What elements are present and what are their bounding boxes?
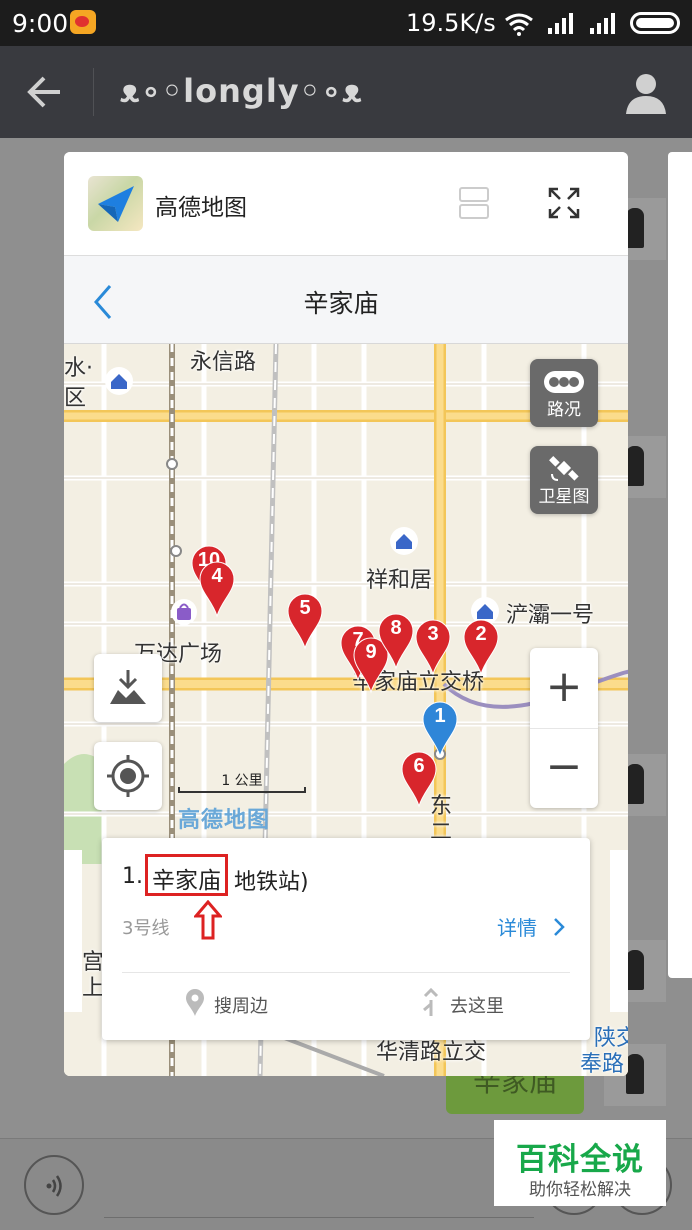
home-poi-icon	[390, 527, 418, 555]
profile-icon[interactable]	[624, 70, 668, 114]
map-pin-8[interactable]: 8	[377, 612, 415, 670]
download-map-icon	[110, 670, 146, 704]
map-card: 高德地图 辛家庙 永信路 水· 区 祥和居 浐灞一号 万达广场 辛家庙立交桥 东…	[64, 152, 628, 1076]
battery-icon	[630, 12, 680, 34]
map-label: 浐灞一号	[506, 603, 595, 628]
message-input[interactable]	[104, 1217, 534, 1218]
pin-number: 6	[413, 755, 425, 777]
amap-app-icon	[88, 176, 143, 231]
split-layout-icon[interactable]	[458, 186, 490, 220]
scale-bar: 1 公里	[178, 770, 306, 793]
pin-number: 8	[390, 617, 402, 639]
traffic-button[interactable]: 路况	[530, 359, 598, 427]
map-label: 祥和居	[366, 568, 433, 593]
detail-link[interactable]: 详情	[497, 912, 537, 941]
status-bar: 9:00 19.5K/s	[0, 0, 692, 46]
status-time: 9:00	[12, 9, 69, 38]
map-label: 区	[64, 386, 87, 411]
map-pin-3[interactable]: 3	[414, 618, 452, 676]
route-icon	[423, 988, 439, 1016]
map-nav-bar: 辛家庙	[64, 256, 628, 344]
satellite-button[interactable]: 卫星图	[530, 446, 598, 514]
shopping-poi-icon	[171, 599, 197, 625]
map-pin-6[interactable]: 6	[400, 750, 438, 808]
wifi-icon	[505, 13, 533, 36]
signal-icon	[590, 13, 615, 34]
app-name: 高德地图	[155, 195, 247, 221]
locate-button[interactable]	[94, 742, 162, 810]
map-pin-2[interactable]: 2	[462, 618, 500, 676]
fullscreen-icon[interactable]	[548, 187, 580, 219]
arrow-up-icon	[194, 900, 222, 940]
voice-icon	[46, 1175, 62, 1197]
poi-name-suffix: 地铁站)	[234, 870, 309, 895]
weibo-icon	[70, 10, 96, 34]
traffic-icon	[544, 371, 584, 393]
zoom-controls: + −	[530, 648, 598, 808]
zoom-out-button[interactable]: −	[530, 728, 598, 808]
amap-logo: 高德地图	[178, 808, 271, 833]
network-speed: 19.5K/s	[406, 9, 496, 37]
search-nearby-label: 搜周边	[214, 996, 268, 1017]
poi-info-card[interactable]: 1. 辛家庙 地铁站) 3号线 详情 搜周边 去这里	[102, 838, 590, 1040]
back-arrow-icon[interactable]	[24, 74, 64, 110]
info-divider	[122, 972, 570, 973]
nav-title: 辛家庙	[303, 289, 379, 318]
pin-number: 2	[475, 623, 487, 645]
map-pin-5[interactable]: 5	[286, 592, 324, 650]
adjacent-card[interactable]	[64, 850, 82, 1012]
traffic-label: 路况	[547, 400, 581, 420]
subway-line: 3号线	[122, 918, 170, 939]
chat-title: ᴥ∘◦longly◦∘ᴥ	[120, 72, 363, 110]
map-label: 奉路	[580, 1052, 625, 1076]
map-label: 永信路	[190, 350, 257, 375]
poi-number: 1.	[122, 864, 143, 889]
chat-title-bar: ᴥ∘◦longly◦∘ᴥ	[0, 46, 692, 138]
title-divider	[93, 68, 94, 116]
poi-name-highlight: 辛家庙	[145, 854, 228, 896]
pin-number: 3	[427, 623, 439, 645]
pin-number: 4	[211, 565, 223, 587]
location-pin-icon	[186, 989, 204, 1016]
satellite-icon	[549, 456, 579, 481]
map-label: 上	[82, 976, 105, 1001]
locate-icon	[107, 755, 149, 797]
card-header: 高德地图	[64, 152, 628, 256]
adjacent-card[interactable]	[610, 850, 628, 1012]
voice-button[interactable]	[24, 1155, 84, 1215]
signal-icon	[548, 13, 573, 34]
pin-number: 5	[299, 597, 311, 619]
satellite-label: 卫星图	[538, 487, 590, 507]
zoom-in-button[interactable]: +	[530, 648, 598, 728]
message-bubble	[668, 152, 692, 978]
watermark-title: 百科全说	[516, 1142, 644, 1178]
map-pin-4[interactable]: 4	[198, 560, 236, 618]
home-poi-icon	[105, 367, 133, 395]
watermark-subtitle: 助你轻松解决	[529, 1180, 631, 1200]
watermark: 百科全说 助你轻松解决	[494, 1120, 666, 1206]
chevron-right-icon	[554, 918, 565, 936]
map-view[interactable]: 永信路 水· 区 祥和居 浐灞一号 万达广场 辛家庙立交桥 东 二 宫 上 华清…	[64, 344, 628, 1076]
pin-number: 1	[434, 705, 446, 727]
scale-line	[178, 787, 306, 793]
offline-map-button[interactable]	[94, 654, 162, 722]
map-label: 水·	[64, 356, 93, 381]
go-here-label: 去这里	[450, 996, 504, 1017]
